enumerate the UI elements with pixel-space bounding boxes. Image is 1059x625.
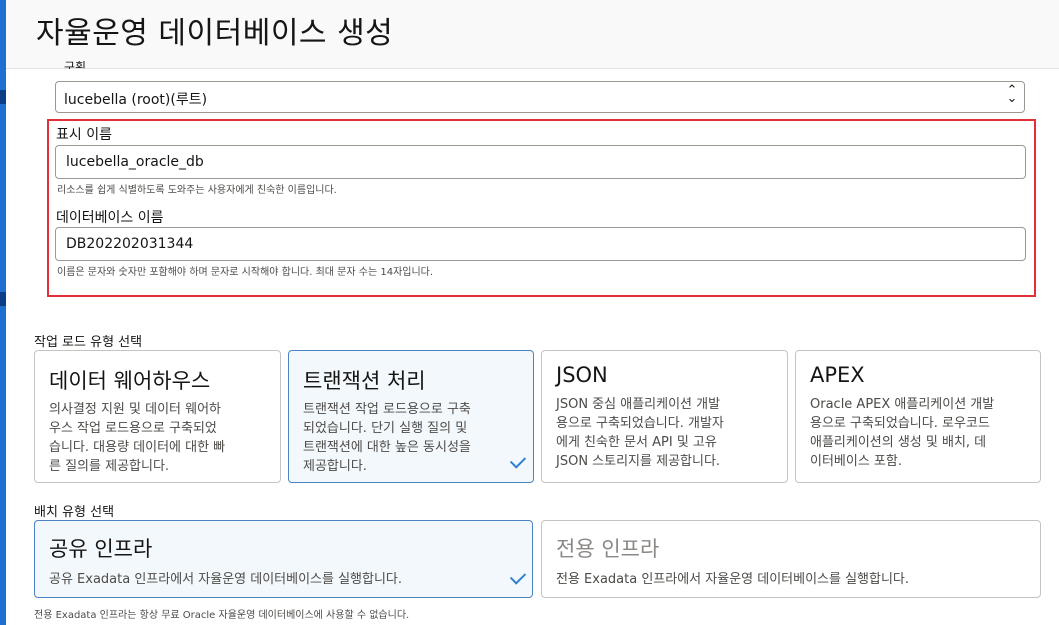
card-title: 공유 인프라 — [49, 537, 153, 561]
workload-card-transaction-processing[interactable]: 트랜잭션 처리 트랜잭션 작업 로드용으로 구축 되었습니다. 단기 실행 질의… — [288, 350, 534, 483]
card-title: 데이터 웨어하우스 — [49, 369, 211, 393]
left-edge-strip — [0, 0, 6, 625]
card-description: Oracle APEX 애플리케이션 개발 용으로 구축되었습니다. 로우코드 … — [810, 397, 995, 469]
card-title: JSON — [556, 363, 608, 387]
deployment-card-shared[interactable]: 공유 인프라 공유 Exadata 인프라에서 자율운영 데이터베이스를 실행합… — [34, 520, 533, 598]
display-name-help: 리소스를 쉽게 식별하도록 도와주는 사용자에게 친숙한 이름입니다. — [57, 185, 337, 196]
display-name-input[interactable] — [55, 145, 1026, 179]
chevron-down-icon: ⌄ — [1006, 91, 1018, 106]
compartment-selected-value: lucebella (root)(루트) — [64, 92, 208, 108]
deployment-card-dedicated[interactable]: 전용 인프라 전용 Exadata 인프라에서 자율운영 데이터베이스를 실행합… — [541, 520, 1041, 598]
select-arrows-icon: ⌃ ⌄ — [1006, 84, 1018, 106]
database-name-help: 이름은 문자와 숫자만 포함해야 하며 문자로 시작해야 합니다. 최대 문자 … — [57, 267, 434, 278]
database-name-label: 데이터베이스 이름 — [56, 210, 164, 226]
strip-marker-top — [0, 90, 6, 104]
card-description: 공유 Exadata 인프라에서 자율운영 데이터베이스를 실행합니다. — [49, 572, 403, 587]
card-title: APEX — [810, 363, 865, 387]
card-description: 트랜잭션 작업 로드용으로 구축 되었습니다. 단기 실행 질의 및 트랜잭션에… — [303, 402, 471, 474]
page-header: 자율운영 데이터베이스 생성 — [6, 0, 1059, 69]
card-description: 의사결정 지원 및 데이터 웨어하 우스 작업 로드용으로 구축되었 습니다. … — [49, 402, 226, 474]
database-name-input[interactable] — [55, 227, 1026, 261]
workload-card-apex[interactable]: APEX Oracle APEX 애플리케이션 개발 용으로 구축되었습니다. … — [795, 350, 1041, 483]
display-name-label: 표시 이름 — [56, 127, 112, 143]
strip-marker-bottom — [0, 292, 6, 306]
card-title: 트랜잭션 처리 — [303, 369, 426, 393]
workload-section-label: 작업 로드 유형 선택 — [34, 335, 143, 350]
workload-card-json[interactable]: JSON JSON 중심 애플리케이션 개발 용으로 구축되었습니다. 개발자 … — [541, 350, 788, 483]
card-description: JSON 중심 애플리케이션 개발 용으로 구축되었습니다. 개발자 에게 친숙… — [556, 397, 724, 469]
checkmark-icon — [509, 452, 527, 469]
compartment-select[interactable]: lucebella (root)(루트) ⌃ ⌄ — [55, 81, 1025, 113]
deployment-footnote: 전용 Exadata 인프라는 항상 무료 Oracle 자율운영 데이터베이스… — [34, 610, 410, 621]
checkmark-icon — [509, 568, 527, 585]
card-title: 전용 인프라 — [556, 537, 660, 561]
compartment-label: 구획 — [64, 61, 87, 69]
deployment-section-label: 배치 유형 선택 — [34, 505, 115, 520]
card-description: 전용 Exadata 인프라에서 자율운영 데이터베이스를 실행합니다. — [556, 572, 910, 587]
workload-card-data-warehouse[interactable]: 데이터 웨어하우스 의사결정 지원 및 데이터 웨어하 우스 작업 로드용으로 … — [34, 350, 281, 483]
page-title: 자율운영 데이터베이스 생성 — [36, 16, 394, 51]
